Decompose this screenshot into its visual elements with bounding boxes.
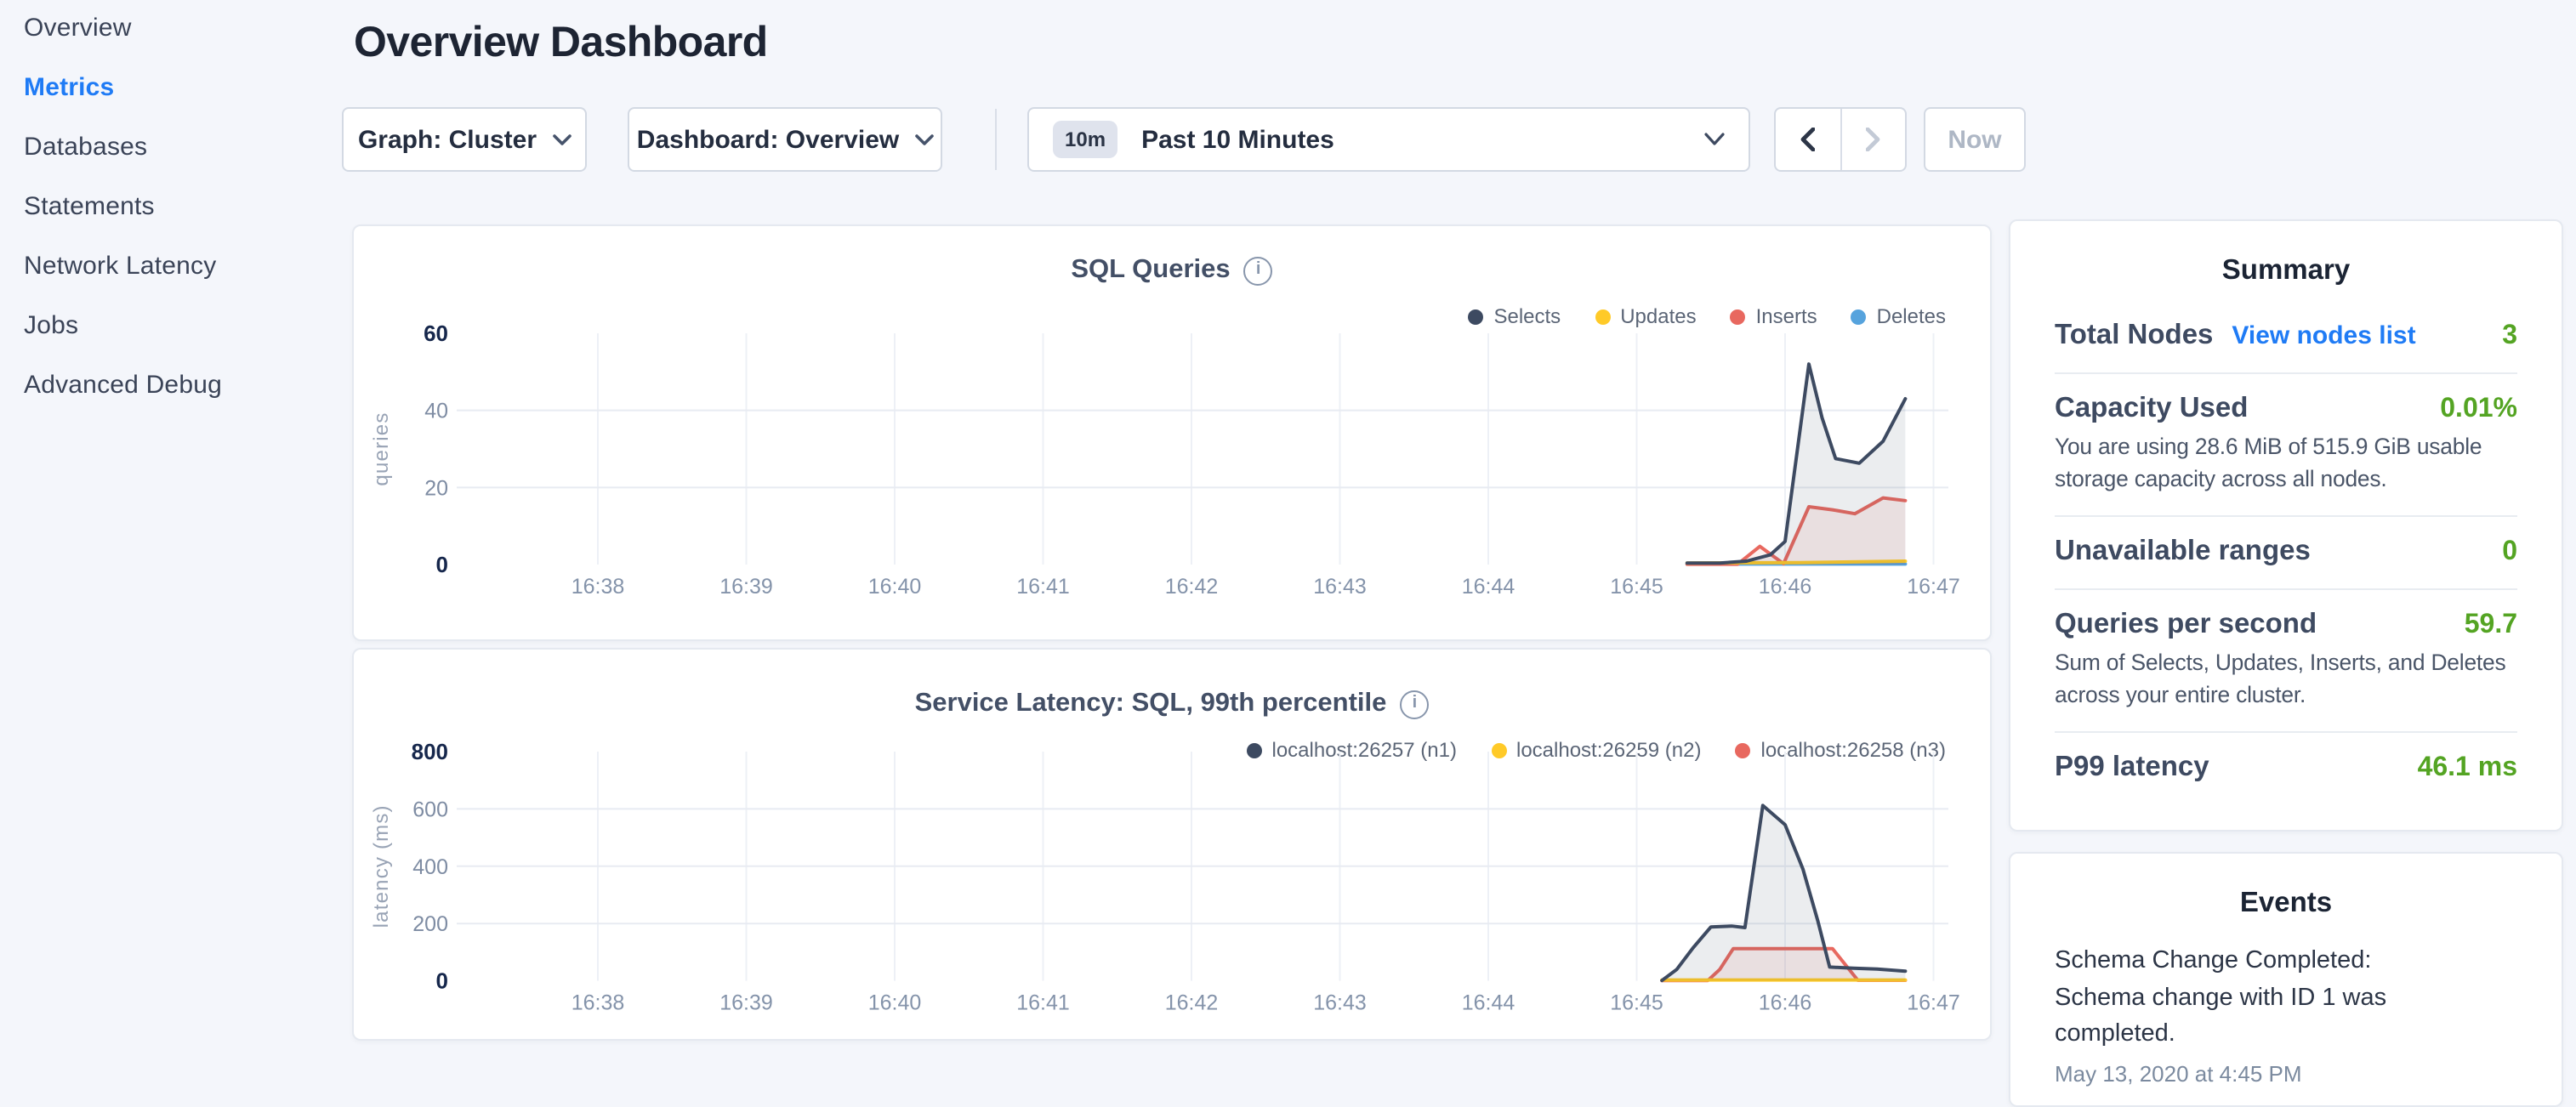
y-tick-label: 40 xyxy=(424,400,448,423)
sidebar-item-network-latency[interactable]: Network Latency xyxy=(24,248,330,284)
x-tick-label: 16:47 xyxy=(1907,575,1960,599)
y-tick-label: 800 xyxy=(412,739,448,764)
summary-item: Unavailable ranges 0 xyxy=(2055,517,2517,590)
y-axis-unit-label: latency (ms) xyxy=(370,804,393,928)
events-title: Events xyxy=(2055,888,2517,920)
sidebar-item-advanced-debug[interactable]: Advanced Debug xyxy=(24,367,330,403)
summary-item: Queries per second 59.7 Sum of Selects, Up… xyxy=(2055,590,2517,733)
x-tick-label: 16:46 xyxy=(1759,575,1812,599)
sql-queries-chart-card: SQL Queries i SelectsUpdatesInsertsDelet… xyxy=(352,224,1992,641)
series-area-localhost-26257-n1- xyxy=(1662,805,1905,980)
sql-queries-plot: 0 20 40 60 16:38 16:39 16:40 16:41 16:42 16:43 16:… xyxy=(354,226,1993,643)
y-tick-label: 200 xyxy=(412,912,448,936)
x-tick-label: 16:45 xyxy=(1610,991,1663,1015)
sidebar-item-databases[interactable]: Databases xyxy=(24,129,330,165)
x-tick-label: 16:44 xyxy=(1462,575,1515,599)
x-tick-label: 16:46 xyxy=(1759,991,1812,1015)
x-tick-label: 16:44 xyxy=(1462,991,1515,1015)
summary-item: Capacity Used 0.01% You are using 28.6 MiB… xyxy=(2055,374,2517,517)
y-tick-label: 0 xyxy=(436,968,448,994)
y-tick-label: 400 xyxy=(412,855,448,879)
prev-interval-button[interactable] xyxy=(1776,109,1841,170)
x-tick-label: 16:41 xyxy=(1016,991,1070,1015)
time-range-badge: 10m xyxy=(1053,121,1117,158)
page-title: Overview Dashboard xyxy=(354,19,768,68)
summary-item: P99 latency 46.1 ms xyxy=(2055,733,2517,804)
y-tick-label: 0 xyxy=(436,552,448,577)
sidebar-item-statements[interactable]: Statements xyxy=(24,189,330,224)
events-panel: Events Schema Change Completed: Schema c… xyxy=(2009,852,2563,1107)
summary-item-label: Total Nodes xyxy=(2055,320,2213,352)
service-latency-plot: 0 200 400 600 800 16:38 16:39 16:40 16:41 16:42 16… xyxy=(354,650,1993,1042)
x-tick-label: 16:39 xyxy=(719,991,773,1015)
summary-item: Total Nodes View nodes list 3 xyxy=(2055,301,2517,374)
sidebar-item-overview[interactable]: Overview xyxy=(24,10,330,46)
x-tick-label: 16:43 xyxy=(1313,575,1367,599)
controls-divider xyxy=(995,109,997,170)
x-tick-label: 16:45 xyxy=(1610,575,1663,599)
y-tick-label: 20 xyxy=(424,476,448,500)
service-latency-chart-card: Service Latency: SQL, 99th percentile i … xyxy=(352,648,1992,1041)
graph-dropdown-label: Graph: Cluster xyxy=(358,125,537,154)
view-nodes-list-link[interactable]: View nodes list xyxy=(2232,321,2415,350)
dashboard-dropdown-label: Dashboard: Overview xyxy=(637,125,899,154)
x-tick-label: 16:47 xyxy=(1907,991,1960,1015)
summary-item-value: 46.1 ms xyxy=(2418,753,2517,784)
summary-item-value: 59.7 xyxy=(2465,610,2517,641)
time-range-selector[interactable]: 10m Past 10 Minutes xyxy=(1027,107,1750,172)
event-timestamp: May 13, 2020 at 4:45 PM xyxy=(2055,1060,2517,1086)
chevron-down-icon xyxy=(914,133,933,145)
x-tick-label: 16:42 xyxy=(1165,575,1219,599)
x-tick-label: 16:38 xyxy=(571,991,625,1015)
sidebar-nav: Overview Metrics Databases Statements Networ… xyxy=(24,10,330,427)
x-tick-label: 16:41 xyxy=(1016,575,1070,599)
time-range-label: Past 10 Minutes xyxy=(1141,125,1334,154)
x-tick-label: 16:40 xyxy=(868,991,922,1015)
summary-item-value: 3 xyxy=(2502,321,2517,352)
summary-title: Summary xyxy=(2055,255,2517,287)
chevron-down-icon xyxy=(1704,133,1725,146)
event-message: Schema Change Completed: Schema change w… xyxy=(2055,944,2458,1053)
summary-item-description: You are using 28.6 MiB of 515.9 GiB usab… xyxy=(2055,432,2517,495)
dashboard-dropdown[interactable]: Dashboard: Overview xyxy=(628,107,942,172)
y-axis-unit-label: queries xyxy=(370,412,393,485)
summary-panel: Summary Total Nodes View nodes list 3 Capac… xyxy=(2009,219,2563,832)
time-step-buttons xyxy=(1774,107,1907,172)
x-tick-label: 16:40 xyxy=(868,575,922,599)
y-tick-label: 60 xyxy=(424,321,448,346)
summary-item-label: Queries per second xyxy=(2055,609,2317,641)
summary-item-description: Sum of Selects, Updates, Inserts, and De… xyxy=(2055,648,2517,711)
now-button-label: Now xyxy=(1948,125,2001,154)
summary-item-value: 0.01% xyxy=(2440,395,2517,425)
graph-dropdown[interactable]: Graph: Cluster xyxy=(342,107,587,172)
next-interval-button[interactable] xyxy=(1841,109,1905,170)
summary-item-label: Unavailable ranges xyxy=(2055,536,2311,568)
summary-item-value: 0 xyxy=(2502,537,2517,568)
sidebar-item-metrics[interactable]: Metrics xyxy=(24,70,330,105)
x-tick-label: 16:43 xyxy=(1313,991,1367,1015)
x-tick-label: 16:39 xyxy=(719,575,773,599)
app-root: Overview Metrics Databases Statements Networ… xyxy=(0,0,2576,1051)
y-tick-label: 600 xyxy=(412,798,448,821)
summary-item-label: P99 latency xyxy=(2055,752,2209,784)
sidebar-item-jobs[interactable]: Jobs xyxy=(24,308,330,343)
summary-item-label: Capacity Used xyxy=(2055,393,2248,425)
now-button[interactable]: Now xyxy=(1924,107,2026,172)
x-tick-label: 16:42 xyxy=(1165,991,1219,1015)
x-tick-label: 16:38 xyxy=(571,575,625,599)
chevron-down-icon xyxy=(552,133,571,145)
chevron-left-icon xyxy=(1800,128,1816,151)
chevron-right-icon xyxy=(1866,128,1881,151)
